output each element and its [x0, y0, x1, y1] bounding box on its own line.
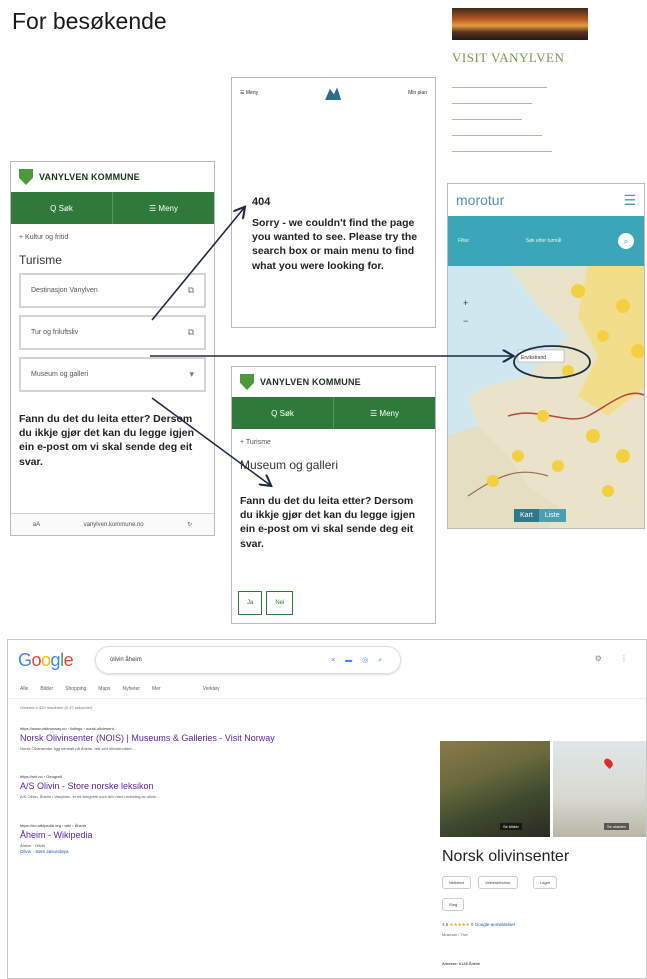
search-tools-icons[interactable]: × ▬ ◎ ⌕: [331, 656, 386, 665]
tools-button[interactable]: Verktøy: [203, 686, 220, 692]
search-query: olivin åheim: [110, 657, 142, 663]
knowledge-panel-photo[interactable]: [440, 741, 550, 837]
knowledge-panel-rating: 4,6 ★★★★★ 9 Google-anmeldelser: [442, 922, 515, 928]
knowledge-panel-title: Norsk olivinsenter: [442, 848, 570, 865]
see-photos-label[interactable]: Se bilder: [500, 823, 522, 830]
google-search-screenshot: Google olivin åheim × ▬ ◎ ⌕ ⚙ ⋮ Alle Bil…: [7, 639, 647, 979]
result-snippet: Norsk Olivinsenter ligg sentralt på Åhei…: [20, 746, 137, 751]
rating-value: 4,6: [442, 922, 449, 927]
search-result: https://no.wikipedia.org › wiki › Åheim …: [8, 823, 408, 854]
result-count: Omtrent 4 420 resultater (0,37 sekunder): [20, 705, 93, 710]
knowledge-panel-map[interactable]: [553, 741, 646, 837]
result-snippet: A/S Olivin, Åheim i Vanylven, er eit ber…: [20, 794, 161, 800]
google-topbar: Google olivin åheim × ▬ ◎ ⌕: [8, 640, 646, 680]
tab-news[interactable]: Nyheter: [123, 686, 141, 692]
result-title[interactable]: Åheim - Wikipedia: [20, 830, 396, 840]
tab-all[interactable]: Alle: [20, 686, 28, 692]
place-type: Museum i Tive: [442, 932, 468, 937]
tab-more[interactable]: Mer: [152, 686, 161, 692]
highlight-circle: [513, 345, 591, 379]
tab-maps[interactable]: Maps: [98, 686, 110, 692]
reviews-link[interactable]: 9 Google-anmeldelser: [471, 922, 515, 927]
tab-images[interactable]: Bilder: [40, 686, 53, 692]
arrow-to-404: [151, 208, 244, 321]
call-chip[interactable]: Ring: [442, 898, 465, 911]
rating-stars-icon: ★★★★★: [449, 922, 470, 927]
flow-arrows: [150, 0, 591, 620]
search-result: https://snl.no › Geografi A/S Olivin - S…: [8, 774, 408, 800]
place-address: Adresse: 6146 Åheim: [442, 961, 481, 966]
result-url[interactable]: https://www.visitnorway.no › listings › …: [20, 726, 396, 731]
search-input[interactable]: olivin åheim × ▬ ◎ ⌕: [95, 646, 402, 674]
apps-icons[interactable]: ⚙ ⋮: [595, 654, 636, 663]
google-logo[interactable]: Google: [18, 650, 74, 671]
result-title[interactable]: Norsk Olivinsenter (NOIS) | Museums & Ga…: [20, 733, 396, 743]
arrow-to-museum: [151, 397, 270, 485]
result-url[interactable]: https://no.wikipedia.org › wiki › Åheim: [20, 823, 396, 828]
result-url[interactable]: https://snl.no › Geografi: [20, 774, 396, 779]
see-outside-label[interactable]: Se utsiden: [604, 823, 629, 830]
tab-shopping[interactable]: Shopping: [65, 686, 86, 692]
search-result: https://www.visitnorway.no › listings › …: [8, 726, 408, 752]
directions-chip[interactable]: Veibeskrivelse: [478, 876, 518, 889]
result-sitelinks[interactable]: Olivin · Søre Jøsundøya: [20, 849, 396, 854]
search-tabs: Alle Bilder Shopping Maps Nyheter Mer Ve…: [8, 680, 646, 699]
result-title[interactable]: A/S Olivin - Store norske leksikon: [20, 781, 396, 791]
website-chip[interactable]: Nettsted: [442, 876, 471, 889]
save-chip[interactable]: Lagre: [533, 876, 558, 889]
